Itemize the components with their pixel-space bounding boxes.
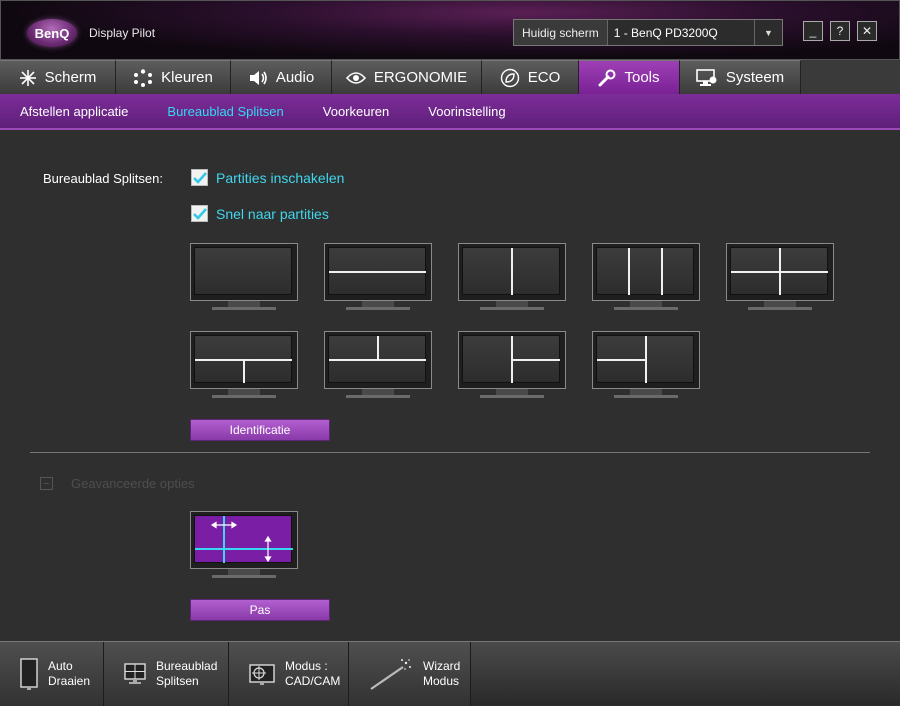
advanced-options-label: Geavanceerde opties [71, 476, 195, 491]
advanced-options-row: − Geavanceerde opties [40, 476, 195, 491]
layout-top-and-two-bottom[interactable] [190, 331, 298, 399]
eye-icon [345, 71, 366, 84]
tab-ergonomie[interactable]: ERGONOMIE [332, 60, 482, 94]
subtab-voorinstelling[interactable]: Voorinstelling [428, 104, 505, 119]
layout-full[interactable] [190, 243, 298, 311]
enable-partitions-label: Partities inschakelen [216, 169, 345, 186]
tab-label: Systeem [725, 69, 785, 86]
rotate-monitor-icon [20, 658, 38, 690]
identify-button[interactable]: Identificatie [190, 419, 330, 441]
chevron-down-icon[interactable]: ▼ [754, 20, 782, 45]
leaf-icon [500, 68, 519, 87]
monitor-selector[interactable]: Huidig scherm 1 - BenQ PD3200Q ▼ [513, 19, 783, 46]
section-label: Bureaublad Splitsen: [43, 171, 163, 186]
tab-label: Kleuren [161, 69, 213, 86]
bottom-bar: Auto Draaien Bureaublad Splitsen Modus :… [0, 641, 900, 706]
advanced-options-toggle: − [40, 477, 53, 490]
tab-systeem[interactable]: Systeem [680, 60, 801, 94]
auto-rotate-label: Auto Draaien [48, 659, 91, 688]
wrench-icon [598, 69, 616, 86]
resize-arrows-icon [195, 516, 293, 563]
layout-two-left-and-right[interactable] [592, 331, 700, 399]
enable-partitions-row[interactable]: Partities inschakelen [191, 169, 344, 186]
layout-left-and-two-right[interactable] [458, 331, 566, 399]
layout-two-rows[interactable] [324, 243, 432, 311]
app-title: Display Pilot [89, 26, 156, 40]
move-arrows-icon [19, 69, 36, 86]
monitor-gear-icon [696, 68, 717, 86]
speaker-icon [249, 70, 267, 85]
tab-audio[interactable]: Audio [231, 60, 332, 94]
divider [30, 452, 870, 453]
layout-three-columns[interactable] [592, 243, 700, 311]
tab-tools[interactable]: Tools [579, 60, 680, 94]
monitor-dropdown[interactable]: 1 - BenQ PD3200Q ▼ [606, 20, 782, 45]
split-desktop-icon [124, 663, 146, 684]
monitor-dropdown-value: 1 - BenQ PD3200Q [613, 25, 718, 40]
desktop-split-button[interactable]: Bureaublad Splitsen [104, 642, 229, 706]
checkmark-icon [192, 207, 207, 220]
wizard-mode-label: Wizard Modus [423, 659, 461, 688]
help-button[interactable]: ? [830, 21, 850, 41]
checkmark-icon [192, 171, 207, 184]
monitor-selector-label: Huidig scherm [522, 25, 599, 40]
auto-rotate-button[interactable]: Auto Draaien [0, 642, 104, 706]
main-tabs: Scherm Kleuren Audio ERGONOMIE ECO Tools… [0, 60, 900, 94]
wizard-mode-button[interactable]: Wizard Modus [349, 642, 471, 706]
subtab-voorkeuren[interactable]: Voorkeuren [323, 104, 390, 119]
desktop-split-label: Bureaublad Splitsen [156, 659, 218, 688]
advanced-layout-preview [190, 511, 298, 581]
tab-label: Scherm [44, 69, 97, 86]
close-button[interactable]: ✕ [857, 21, 877, 41]
layout-two-columns[interactable] [458, 243, 566, 311]
subtab-bureaublad-splitsen[interactable]: Bureaublad Splitsen [167, 104, 283, 119]
sub-tabs: Afstellen applicatie Bureaublad Splitsen… [0, 94, 900, 130]
wand-icon [370, 659, 411, 690]
layout-four-quadrants[interactable] [726, 243, 834, 311]
tab-label: ERGONOMIE [373, 69, 468, 86]
layout-two-top-and-bottom[interactable] [324, 331, 432, 399]
snap-partitions-row[interactable]: Snel naar partities [191, 205, 329, 222]
snap-partitions-checkbox[interactable] [191, 205, 208, 222]
cad-cam-label: Modus : CAD/CAM [285, 659, 341, 688]
tab-label: Tools [624, 69, 660, 86]
tab-label: ECO [527, 69, 561, 86]
benq-logo: BenQ [27, 19, 77, 47]
title-bar: BenQ Display Pilot Huidig scherm 1 - Ben… [0, 0, 900, 60]
apply-button[interactable]: Pas [190, 599, 330, 621]
tab-kleuren[interactable]: Kleuren [116, 60, 231, 94]
cad-cam-icon [249, 664, 275, 685]
subtab-afstellen-applicatie[interactable]: Afstellen applicatie [20, 104, 128, 119]
tab-eco[interactable]: ECO [482, 60, 579, 94]
minimize-button[interactable]: _ [803, 21, 823, 41]
tab-scherm[interactable]: Scherm [0, 60, 116, 94]
enable-partitions-checkbox[interactable] [191, 169, 208, 186]
cad-cam-mode-button[interactable]: Modus : CAD/CAM [229, 642, 349, 706]
tab-label: Audio [275, 69, 315, 86]
color-dots-icon [134, 68, 153, 87]
snap-partitions-label: Snel naar partities [216, 205, 329, 222]
